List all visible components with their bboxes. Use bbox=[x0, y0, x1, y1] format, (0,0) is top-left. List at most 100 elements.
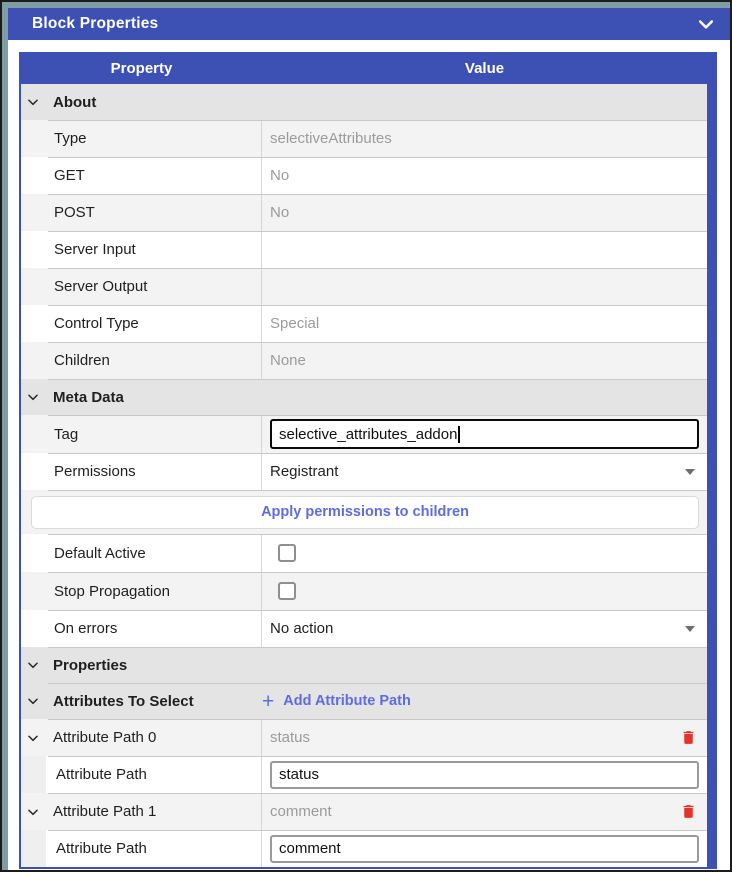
default-active-checkbox[interactable] bbox=[278, 544, 296, 562]
value-cell bbox=[262, 572, 707, 610]
property-label: Control Type bbox=[54, 315, 139, 332]
value-cell: None bbox=[262, 342, 707, 379]
column-header-value: Value bbox=[262, 52, 707, 84]
value-cell: selective_attributes_addon bbox=[262, 415, 707, 453]
property-row-permissions: Permissions Registrant bbox=[21, 453, 707, 490]
panel-inner: Block Properties Property Value About Typ… bbox=[2, 2, 730, 870]
property-row-server-output: Server Output bbox=[21, 268, 707, 305]
select-value: Registrant bbox=[270, 463, 338, 480]
property-label: Attribute Path bbox=[56, 766, 147, 783]
value-text: No bbox=[270, 204, 289, 221]
attribute-path-subrow: Attribute Path bbox=[21, 830, 707, 867]
attribute-path-subrow: Attribute Path bbox=[21, 756, 707, 793]
chevron-down-icon[interactable] bbox=[25, 390, 40, 405]
column-header-property: Property bbox=[21, 52, 262, 84]
property-row-stop-propagation: Stop Propagation bbox=[21, 572, 707, 610]
property-cell: Type bbox=[21, 120, 262, 157]
section-label: Properties bbox=[53, 657, 127, 674]
property-cell: Stop Propagation bbox=[21, 572, 262, 610]
property-cell: Attribute Path bbox=[21, 756, 262, 793]
property-cell: Children bbox=[21, 342, 262, 379]
tag-input[interactable]: selective_attributes_addon bbox=[270, 419, 699, 449]
chevron-down-icon[interactable] bbox=[25, 804, 40, 819]
panel-title: Block Properties bbox=[32, 15, 158, 33]
table-rows: About Type selectiveAttributes GET No POST No S… bbox=[21, 84, 707, 867]
value-cell: No bbox=[262, 194, 707, 231]
property-row-tag: Tag selective_attributes_addon bbox=[21, 415, 707, 453]
section-attributes-to-select[interactable]: Attributes To Select +Add Attribute Path bbox=[21, 683, 707, 719]
property-row-on-errors: On errors No action bbox=[21, 610, 707, 647]
attribute-path-row: Attribute Path 1comment bbox=[21, 793, 707, 830]
section-meta-data[interactable]: Meta Data bbox=[21, 379, 707, 415]
property-row-post: POST No bbox=[21, 194, 707, 231]
property-cell: Attribute Path 1 bbox=[21, 793, 262, 830]
value-text: None bbox=[270, 352, 306, 369]
section-header-cell: Properties bbox=[21, 647, 262, 683]
section-header-cell: About bbox=[21, 84, 262, 120]
dropdown-arrow-icon bbox=[685, 469, 695, 475]
value-cell: selectiveAttributes bbox=[262, 120, 707, 157]
select-value: No action bbox=[270, 620, 333, 637]
property-label: Server Output bbox=[54, 278, 147, 295]
section-about[interactable]: About bbox=[21, 84, 707, 120]
add-attribute-path-label: Add Attribute Path bbox=[283, 693, 411, 709]
property-label: POST bbox=[54, 204, 95, 221]
property-row-control-type: Control TypeSpecial bbox=[21, 305, 707, 342]
text-caret bbox=[458, 426, 460, 443]
property-label: On errors bbox=[54, 620, 117, 637]
property-label: Server Input bbox=[54, 241, 136, 258]
property-label: Stop Propagation bbox=[54, 583, 170, 600]
value-cell bbox=[262, 534, 707, 572]
property-cell: Server Input bbox=[21, 231, 262, 268]
stop-propagation-checkbox[interactable] bbox=[278, 582, 296, 600]
table-header: Property Value bbox=[21, 52, 707, 84]
value-text: No bbox=[270, 167, 289, 184]
attribute-path-input[interactable] bbox=[270, 761, 699, 789]
chevron-down-icon[interactable] bbox=[25, 658, 40, 673]
section-label: About bbox=[53, 94, 96, 111]
property-label: Tag bbox=[54, 426, 78, 443]
property-label: GET bbox=[54, 167, 85, 184]
delete-icon[interactable] bbox=[680, 802, 697, 821]
chevron-down-icon[interactable] bbox=[25, 730, 40, 745]
property-label: Permissions bbox=[54, 463, 136, 480]
property-cell: Default Active bbox=[21, 534, 262, 572]
property-cell: Control Type bbox=[21, 305, 262, 342]
permissions-select[interactable]: Registrant bbox=[262, 453, 707, 490]
on-errors-select[interactable]: No action bbox=[262, 610, 707, 647]
dropdown-arrow-icon bbox=[685, 626, 695, 632]
property-label: Attribute Path 0 bbox=[53, 729, 156, 746]
attribute-path-input[interactable] bbox=[270, 835, 699, 863]
property-label: Attribute Path bbox=[56, 840, 147, 857]
property-cell: Attribute Path bbox=[21, 830, 262, 867]
property-row-children: Children None bbox=[21, 342, 707, 379]
chevron-down-icon[interactable] bbox=[25, 694, 40, 709]
section-label: Attributes To Select bbox=[53, 693, 194, 710]
section-properties[interactable]: Properties bbox=[21, 647, 707, 683]
block-properties-panel: Block Properties Property Value About Typ… bbox=[0, 0, 732, 872]
panel-header[interactable]: Block Properties bbox=[8, 8, 730, 40]
property-cell: Permissions bbox=[21, 453, 262, 490]
value-cell bbox=[262, 268, 707, 305]
property-label: Default Active bbox=[54, 545, 146, 562]
value-cell bbox=[262, 231, 707, 268]
button-row: Apply permissions to children bbox=[21, 490, 707, 534]
value-cell bbox=[262, 830, 707, 867]
delete-icon[interactable] bbox=[680, 728, 697, 747]
property-cell: Server Output bbox=[21, 268, 262, 305]
section-label: Meta Data bbox=[53, 389, 124, 406]
chevron-down-icon[interactable] bbox=[25, 95, 40, 110]
property-label: Attribute Path 1 bbox=[53, 803, 156, 820]
property-label: Children bbox=[54, 352, 110, 369]
value-cell: status bbox=[262, 719, 707, 756]
indent-gutter bbox=[21, 830, 46, 867]
property-cell: POST bbox=[21, 194, 262, 231]
value-text: selectiveAttributes bbox=[270, 130, 392, 147]
add-attribute-path-button[interactable]: +Add Attribute Path bbox=[262, 691, 411, 712]
chevron-down-icon bbox=[696, 14, 716, 34]
apply-permissions-button[interactable]: Apply permissions to children bbox=[31, 496, 699, 529]
input-text: selective_attributes_addon bbox=[279, 426, 457, 443]
property-row-type: Type selectiveAttributes bbox=[21, 120, 707, 157]
properties-table: Property Value About Type selectiveAttribu… bbox=[19, 52, 717, 869]
value-text: status bbox=[270, 729, 310, 746]
